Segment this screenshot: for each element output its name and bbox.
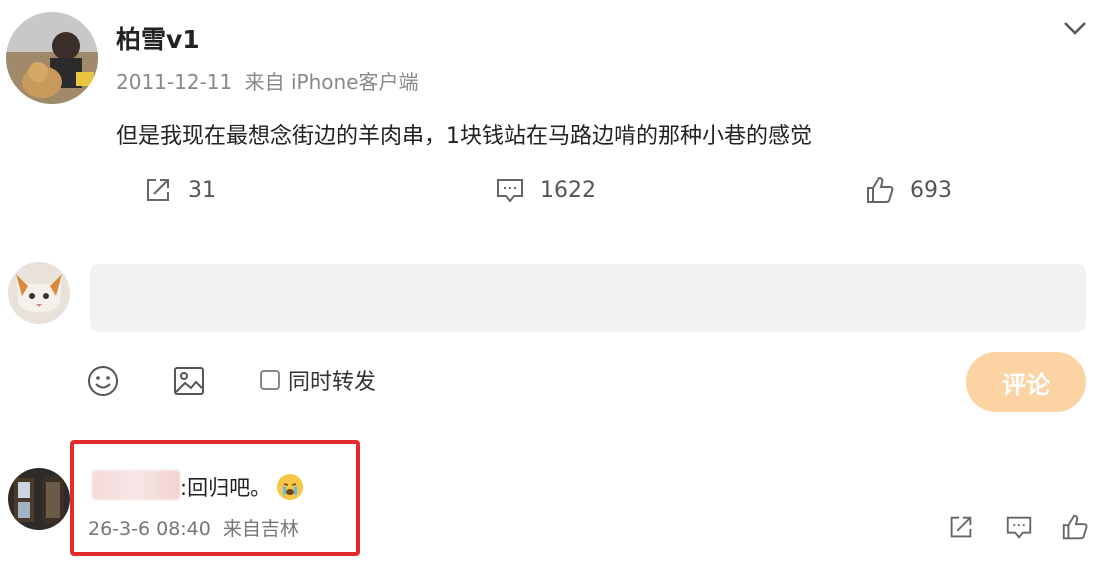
comment-input[interactable] bbox=[90, 264, 1086, 332]
post-text: 但是我现在最想念街边的羊肉串，1块钱站在马路边啃的那种小巷的感觉 bbox=[116, 124, 812, 149]
repost-count: 31 bbox=[188, 177, 216, 203]
image-icon bbox=[174, 367, 204, 395]
poster-avatar[interactable] bbox=[6, 12, 98, 104]
current-user-avatar bbox=[8, 262, 70, 324]
comment-button[interactable]: 1622 bbox=[494, 174, 596, 206]
smiley-icon bbox=[88, 366, 118, 396]
post-source: 来自 iPhone客户端 bbox=[244, 70, 419, 94]
share-icon bbox=[950, 516, 972, 538]
comment-icon bbox=[1006, 516, 1032, 539]
chevron-down-icon bbox=[1064, 22, 1086, 35]
post-meta: 2011-12-11 来自 iPhone客户端 bbox=[116, 66, 418, 95]
crying-face-icon bbox=[277, 474, 304, 500]
thumbs-up-icon bbox=[867, 176, 894, 203]
poster-username[interactable]: 柏雪v1 bbox=[116, 20, 200, 56]
thumbs-up-icon bbox=[1062, 514, 1088, 540]
reply-text: :回归吧。 bbox=[180, 476, 272, 500]
replier-avatar[interactable] bbox=[8, 468, 70, 530]
reply-content: :回归吧。 bbox=[180, 472, 304, 502]
repost-checkbox[interactable] bbox=[260, 370, 280, 390]
comment-icon bbox=[497, 179, 523, 203]
replier-username-blurred bbox=[92, 470, 180, 500]
reply-comment-button[interactable] bbox=[1004, 512, 1034, 546]
repost-checkbox-group[interactable]: 同时转发 bbox=[260, 364, 376, 396]
reply-repost-button[interactable] bbox=[946, 512, 976, 546]
reply-date: 26-3-6 08:40 bbox=[88, 518, 211, 540]
repost-checkbox-label: 同时转发 bbox=[288, 370, 377, 395]
reply-source: 来自吉林 bbox=[222, 518, 299, 540]
reply-like-button[interactable] bbox=[1060, 512, 1090, 546]
emoji-button[interactable] bbox=[86, 364, 120, 402]
repost-button[interactable]: 31 bbox=[142, 174, 216, 206]
reply-meta: 26-3-6 08:40 来自吉林 bbox=[88, 514, 299, 541]
image-upload-button[interactable] bbox=[172, 364, 206, 402]
comment-count: 1622 bbox=[540, 177, 596, 203]
share-icon bbox=[147, 179, 169, 201]
like-button[interactable]: 693 bbox=[864, 174, 952, 206]
like-count: 693 bbox=[910, 177, 952, 203]
expand-menu-button[interactable] bbox=[1062, 18, 1088, 38]
post-date: 2011-12-11 bbox=[116, 70, 233, 94]
submit-comment-button[interactable]: 评论 bbox=[966, 352, 1086, 412]
